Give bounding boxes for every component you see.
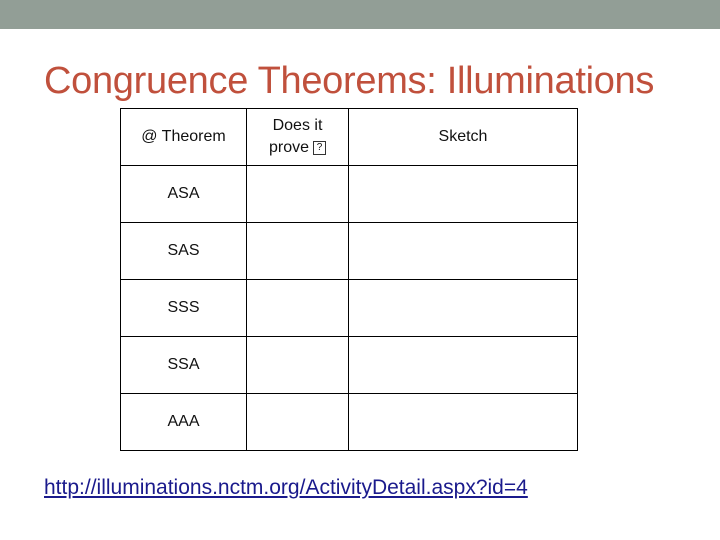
header-does-it-prove: Does it prove? — [246, 108, 349, 166]
table-header-row: @ Theorem Does it prove? Sketch — [120, 108, 578, 166]
proves-cell[interactable] — [246, 222, 349, 280]
table-row: AAA — [120, 393, 578, 451]
proves-cell[interactable] — [246, 393, 349, 451]
sketch-cell[interactable] — [348, 222, 578, 280]
table-row: SSA — [120, 336, 578, 394]
sketch-cell[interactable] — [348, 393, 578, 451]
theorem-table: @ Theorem Does it prove? Sketch ASA SAS … — [120, 108, 578, 451]
table-row: SSS — [120, 279, 578, 337]
table-row: ASA — [120, 165, 578, 223]
header-prove-text: prove — [268, 139, 310, 156]
theorem-cell: SSS — [120, 279, 247, 337]
header-does-it-text: Does it — [272, 117, 323, 134]
table-row: SAS — [120, 222, 578, 280]
theorem-cell: AAA — [120, 393, 247, 451]
top-banner — [0, 0, 720, 29]
slide-title: Congruence Theorems: Illuminations — [44, 60, 655, 102]
missing-glyph-icon: ? — [313, 140, 327, 155]
header-theorem: @ Theorem — [120, 108, 247, 166]
sketch-cell[interactable] — [348, 279, 578, 337]
theorem-cell: ASA — [120, 165, 247, 223]
header-sketch: Sketch — [348, 108, 578, 166]
sketch-cell[interactable] — [348, 336, 578, 394]
proves-cell[interactable] — [246, 279, 349, 337]
sketch-cell[interactable] — [348, 165, 578, 223]
theorem-cell: SAS — [120, 222, 247, 280]
proves-cell[interactable] — [246, 165, 349, 223]
proves-cell[interactable] — [246, 336, 349, 394]
illuminations-link[interactable]: http://illuminations.nctm.org/ActivityDe… — [44, 476, 528, 500]
theorem-cell: SSA — [120, 336, 247, 394]
